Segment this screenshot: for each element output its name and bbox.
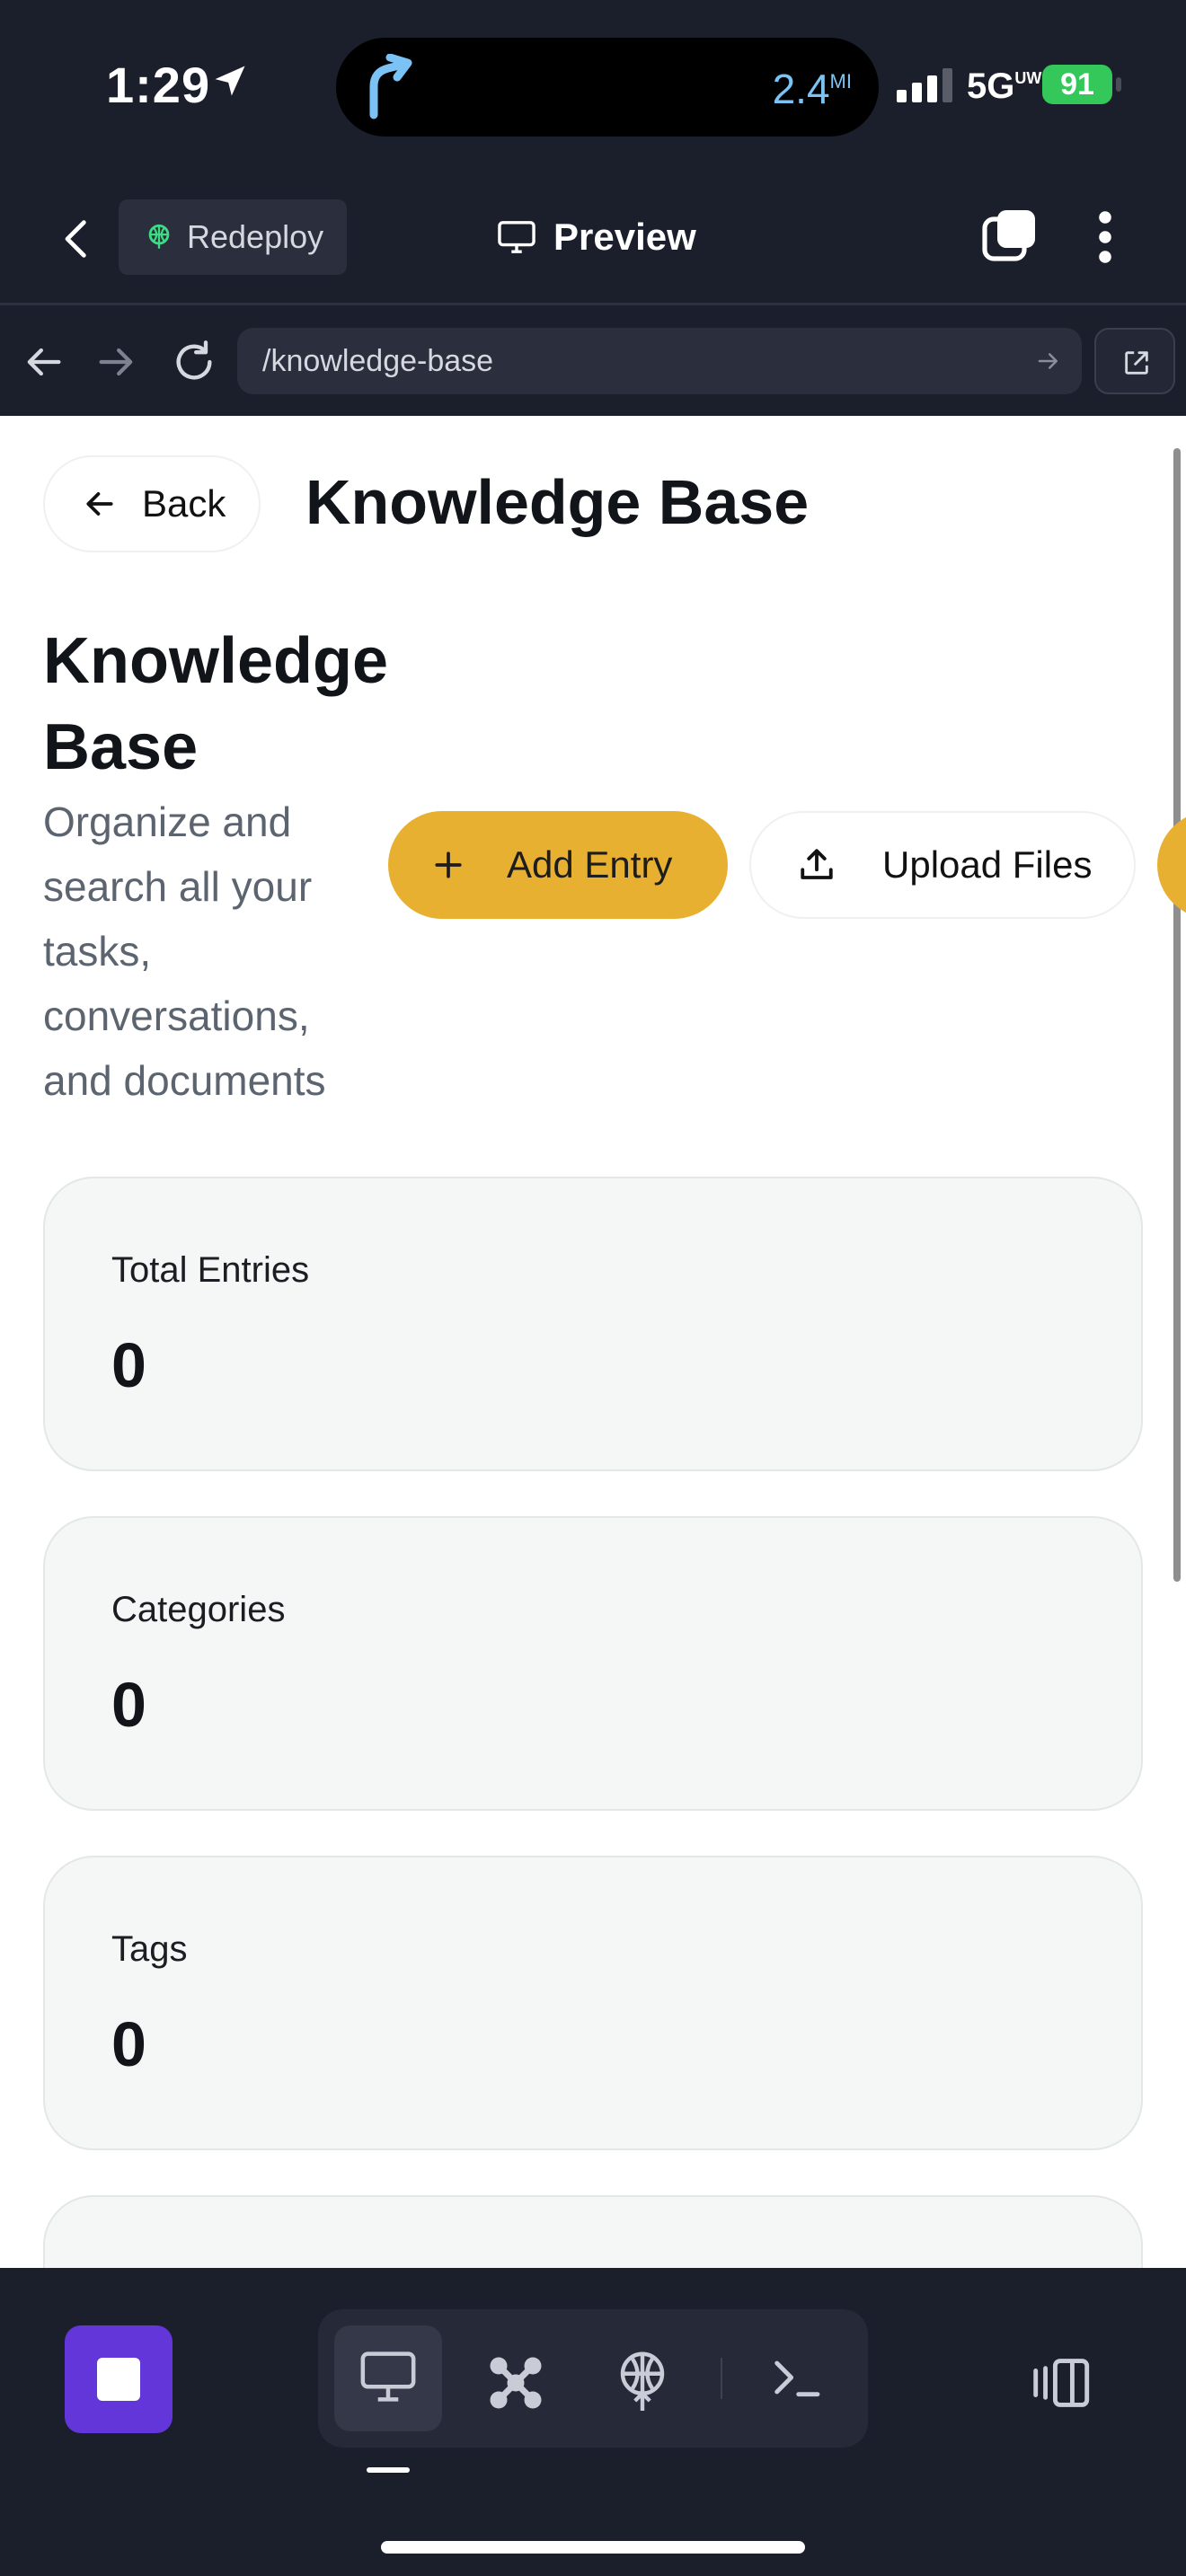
hero-subtitle: Organize and search all your tasks, conv… bbox=[43, 798, 326, 1104]
battery-tip bbox=[1116, 77, 1121, 92]
network-sub: UW bbox=[1014, 69, 1042, 87]
tabs-icon[interactable] bbox=[981, 207, 1039, 264]
battery-level: 91 bbox=[1060, 67, 1094, 101]
deploy-icon[interactable] bbox=[613, 2349, 672, 2413]
page-title: Knowledge Base bbox=[305, 467, 810, 537]
redeploy-icon bbox=[148, 224, 170, 249]
external-link-icon bbox=[1125, 351, 1148, 375]
arrow-left-icon[interactable] bbox=[20, 339, 66, 385]
back-label: Back bbox=[142, 482, 226, 525]
battery-indicator: 91 bbox=[1042, 65, 1112, 104]
dynamic-island[interactable]: 2.4MI bbox=[336, 38, 879, 137]
stat-value: 0 bbox=[111, 1330, 146, 1400]
app-root: 1:29 2.4MI 5GUW 91 Redeploy Preview /kno… bbox=[0, 0, 1186, 2576]
overflow-action-button[interactable] bbox=[1157, 811, 1186, 919]
arrow-right-icon[interactable] bbox=[93, 339, 140, 385]
app-toolbar: Redeploy Preview bbox=[0, 171, 1186, 305]
preview-label: Preview bbox=[553, 216, 696, 258]
url-input[interactable]: /knowledge-base bbox=[237, 328, 1082, 394]
add-entry-button[interactable]: Add Entry bbox=[388, 811, 728, 919]
terminal-icon[interactable] bbox=[767, 2349, 825, 2406]
open-external-button[interactable] bbox=[1094, 328, 1175, 394]
stat-value: 0 bbox=[111, 2009, 146, 2079]
kebab-icon[interactable] bbox=[1089, 208, 1121, 266]
monitor-icon[interactable] bbox=[358, 2349, 419, 2404]
network-label: 5G bbox=[967, 66, 1015, 106]
stat-label: Tags bbox=[111, 1929, 188, 1969]
signal-icon bbox=[897, 68, 952, 102]
navigation-turn-icon bbox=[369, 54, 412, 119]
workflow-icon[interactable] bbox=[482, 2349, 550, 2417]
arrow-left-icon bbox=[86, 492, 113, 516]
chevron-left-icon[interactable] bbox=[58, 217, 97, 260]
view-switcher bbox=[318, 2309, 868, 2448]
stat-card-total-entries: Total Entries 0 bbox=[43, 1177, 1143, 1471]
active-tab-indicator bbox=[367, 2467, 410, 2473]
bottom-bar bbox=[0, 2268, 1186, 2576]
stat-label: Total Entries bbox=[111, 1250, 310, 1290]
distance-unit: MI bbox=[829, 70, 852, 93]
hero-title: Knowledge Base bbox=[43, 625, 389, 783]
network-type: 5GUW bbox=[967, 66, 1041, 107]
reload-icon[interactable] bbox=[171, 339, 217, 385]
home-indicator[interactable] bbox=[381, 2541, 805, 2554]
redeploy-label: Redeploy bbox=[187, 218, 324, 255]
redeploy-button[interactable]: Redeploy bbox=[119, 199, 347, 275]
add-entry-label: Add Entry bbox=[507, 843, 673, 886]
go-arrow-icon[interactable] bbox=[1035, 348, 1062, 375]
stop-icon bbox=[97, 2358, 140, 2401]
panel-toggle-icon[interactable] bbox=[1033, 2356, 1102, 2410]
monitor-icon bbox=[498, 221, 535, 253]
stat-label: Categories bbox=[111, 1590, 286, 1629]
distance-value: 2.4 bbox=[772, 66, 830, 112]
url-bar: /knowledge-base bbox=[0, 308, 1186, 416]
stat-card-partial bbox=[43, 2195, 1143, 2268]
navigation-distance: 2.4MI bbox=[773, 65, 852, 113]
upload-icon bbox=[801, 849, 833, 879]
stat-value: 0 bbox=[111, 1670, 146, 1740]
stat-card-categories: Categories 0 bbox=[43, 1516, 1143, 1811]
upload-files-button[interactable]: Upload Files bbox=[749, 811, 1136, 919]
stat-card-tags: Tags 0 bbox=[43, 1856, 1143, 2150]
web-viewport[interactable]: Back Knowledge Base Knowledge Base Organ… bbox=[0, 416, 1186, 2268]
location-arrow-icon bbox=[215, 66, 245, 96]
status-time: 1:29 bbox=[106, 57, 211, 113]
back-button[interactable]: Back bbox=[43, 455, 261, 552]
switcher-divider bbox=[721, 2358, 722, 2399]
plus-icon bbox=[435, 851, 462, 878]
scrollbar[interactable] bbox=[1173, 448, 1181, 1582]
url-text: /knowledge-base bbox=[262, 344, 494, 378]
status-bar: 1:29 2.4MI 5GUW 91 bbox=[0, 0, 1186, 171]
preview-tab[interactable]: Preview bbox=[496, 212, 696, 262]
upload-files-label: Upload Files bbox=[882, 843, 1093, 886]
stop-button[interactable] bbox=[65, 2325, 173, 2433]
